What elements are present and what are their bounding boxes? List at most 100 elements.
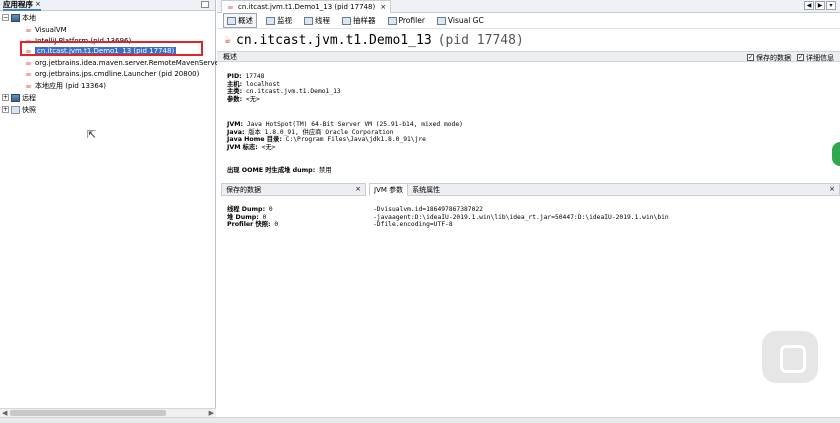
scrollbar-thumb[interactable] bbox=[10, 410, 166, 416]
sampler-icon bbox=[342, 16, 351, 25]
java-app-icon: ☕ bbox=[226, 1, 235, 11]
tree-node-launcher[interactable]: ☕ org.jetbrains.jps.cmdline.Launcher (pi… bbox=[24, 68, 199, 79]
info-row-jvm-flags: JVM 标志: <无> bbox=[227, 144, 463, 152]
expander-icon[interactable]: + bbox=[2, 94, 9, 101]
tree-node-label: 本地 bbox=[22, 13, 36, 22]
info-row-java: Java: 版本 1.8.0_91, 供应商 Oracle Corporatio… bbox=[227, 129, 463, 137]
tab-overview-label: 概述 bbox=[238, 16, 253, 25]
oome-info: 出现 OOME 时生成堆 dump: 禁用 bbox=[227, 167, 332, 175]
tree-node-label: 远程 bbox=[22, 93, 36, 102]
status-bar bbox=[0, 417, 840, 423]
details-checkbox[interactable]: ✓ 详细信息 bbox=[797, 53, 834, 63]
application-view: ☕ cn.itcast.jvm.t1.Demo1_13 (pid 17748) … bbox=[217, 0, 840, 423]
info-row-main-class: 主类: cn.itcast.jvm.t1.Demo1_13 bbox=[227, 88, 341, 96]
side-widget-icon[interactable] bbox=[832, 142, 840, 166]
scroll-left-icon[interactable]: ◀ bbox=[2, 409, 7, 417]
tree-node-label: org.jetbrains.idea.maven.server.RemoteMa… bbox=[35, 58, 220, 67]
saved-data-tab[interactable]: 保存的数据 bbox=[226, 185, 261, 195]
overview-icon bbox=[227, 16, 236, 25]
page-title-main: cn.itcast.jvm.t1.Demo1_13 bbox=[236, 32, 432, 48]
saved-label: 堆 Dump: bbox=[227, 213, 259, 221]
tab-jvm-args[interactable]: JVM 参数 bbox=[370, 183, 409, 196]
view-toolbar: 概述 监视 线程 抽样器 Profiler Visual GC bbox=[217, 13, 840, 29]
info-label: JVM 标志: bbox=[227, 143, 258, 151]
overview-section-bar: 概述 ✓ 保存的数据 ✓ 详细信息 bbox=[217, 51, 840, 62]
info-value: 版本 1.8.0_91, 供应商 Oracle Corporation bbox=[248, 128, 394, 136]
close-icon[interactable]: × bbox=[829, 185, 835, 193]
expander-icon[interactable]: − bbox=[2, 14, 9, 21]
info-value: 17748 bbox=[245, 73, 265, 80]
visualvm-window: 应用程序 × − 本地 ☕ VisualVM ☕ IntelliJ Platfo… bbox=[0, 0, 840, 423]
process-info: PID: 17748 主机: localhost 主类: cn.itcast.j… bbox=[227, 73, 341, 103]
tree-node-local-app[interactable]: ☕ 本地应用 (pid 13364) bbox=[24, 80, 106, 91]
info-label: 出现 OOME 时生成堆 dump: bbox=[227, 167, 316, 174]
info-label: Java Home 目录: bbox=[227, 136, 282, 143]
java-app-icon: ☕ bbox=[24, 24, 33, 34]
tab-visual-gc[interactable]: Visual GC bbox=[434, 15, 487, 26]
tab-prev-icon[interactable]: ◀ bbox=[804, 1, 814, 10]
detail-tabs: 保存的数据 × JVM 参数 系统属性 × bbox=[221, 183, 840, 196]
tab-system-properties[interactable]: 系统属性 bbox=[408, 184, 444, 196]
applications-tab-label: 应用程序 bbox=[3, 0, 33, 9]
section-label: 概述 bbox=[223, 52, 237, 61]
jvm-arg-row: -Dfile.encoding=UTF-8 bbox=[373, 221, 453, 228]
checkbox-checked-icon[interactable]: ✓ bbox=[747, 54, 754, 61]
tab-next-icon[interactable]: ▶ bbox=[815, 1, 825, 10]
computer-icon bbox=[11, 13, 20, 22]
info-label: Java: bbox=[227, 128, 245, 136]
close-icon[interactable]: × bbox=[355, 185, 361, 193]
tab-demo1-13[interactable]: ☕ cn.itcast.jvm.t1.Demo1_13 (pid 17748) … bbox=[221, 0, 392, 13]
tab-label: cn.itcast.jvm.t1.Demo1_13 (pid 17748) bbox=[238, 2, 376, 11]
saved-value: 0 bbox=[262, 213, 267, 221]
info-label: JVM: bbox=[227, 121, 244, 128]
scroll-right-icon[interactable]: ▶ bbox=[209, 409, 214, 417]
tab-profiler[interactable]: Profiler bbox=[385, 15, 428, 26]
tree-node-maven-server[interactable]: ☕ org.jetbrains.idea.maven.server.Remote… bbox=[24, 57, 219, 68]
remote-host-icon bbox=[11, 93, 20, 102]
tab-overview[interactable]: 概述 bbox=[223, 13, 257, 28]
applications-tab[interactable]: 应用程序 × bbox=[3, 0, 41, 11]
info-label: 主机: bbox=[227, 80, 243, 88]
saved-row-heap-dump: 堆 Dump: 0 bbox=[227, 214, 278, 222]
saved-data-checkbox[interactable]: ✓ 保存的数据 bbox=[747, 53, 791, 63]
tab-visual-gc-label: Visual GC bbox=[447, 16, 484, 25]
tree-node-label: 本地应用 (pid 13364) bbox=[35, 81, 107, 90]
info-value: cn.itcast.jvm.t1.Demo1_13 bbox=[245, 88, 341, 95]
applications-tab-close-icon[interactable]: × bbox=[35, 0, 41, 8]
jvm-args-panel-header: JVM 参数 系统属性 × bbox=[369, 183, 840, 196]
java-app-icon: ☕ bbox=[224, 33, 231, 46]
video-play-icon[interactable] bbox=[762, 331, 818, 383]
section-options: ✓ 保存的数据 ✓ 详细信息 bbox=[747, 52, 834, 63]
saved-value: 0 bbox=[274, 221, 279, 228]
horizontal-scrollbar[interactable]: ◀ ▶ bbox=[0, 408, 216, 417]
saved-row-thread-dump: 线程 Dump: 0 bbox=[227, 206, 278, 214]
tab-profiler-label: Profiler bbox=[398, 16, 425, 25]
tab-sampler[interactable]: 抽样器 bbox=[339, 14, 379, 27]
profiler-icon bbox=[387, 16, 397, 25]
info-label: 主类: bbox=[227, 88, 243, 95]
tab-threads[interactable]: 线程 bbox=[301, 14, 333, 27]
page-title-pid: (pid 17748) bbox=[437, 32, 524, 48]
jvm-info: JVM: Java HotSpot(TM) 64-Bit Server VM (… bbox=[227, 121, 463, 151]
applications-panel-header: 应用程序 × bbox=[0, 0, 215, 11]
tab-close-icon[interactable]: × bbox=[380, 3, 386, 11]
minimize-panel-icon[interactable] bbox=[201, 1, 209, 8]
tree-node-label: org.jetbrains.jps.cmdline.Launcher (pid … bbox=[35, 69, 200, 78]
tree-node-snapshot[interactable]: + 快照 bbox=[2, 104, 36, 115]
tree-node-visualvm[interactable]: ☕ VisualVM bbox=[24, 24, 67, 35]
java-app-icon: ☕ bbox=[24, 57, 33, 67]
threads-icon bbox=[304, 16, 313, 25]
info-label: 参数: bbox=[227, 95, 243, 103]
tab-navigation: ◀ ▶ ▾ bbox=[804, 1, 836, 10]
tree-node-label: 快照 bbox=[22, 105, 36, 114]
mouse-cursor-icon: ⇱ bbox=[87, 128, 97, 141]
applications-panel: 应用程序 × − 本地 ☕ VisualVM ☕ IntelliJ Platfo… bbox=[0, 0, 219, 423]
tab-monitor[interactable]: 监视 bbox=[263, 14, 295, 27]
tree-node-local[interactable]: − 本地 bbox=[2, 12, 36, 23]
saved-label: Profiler 快照: bbox=[227, 221, 271, 228]
tab-list-icon[interactable]: ▾ bbox=[826, 1, 836, 10]
expander-icon[interactable]: + bbox=[2, 106, 9, 113]
info-row-jvm: JVM: Java HotSpot(TM) 64-Bit Server VM (… bbox=[227, 121, 463, 129]
checkbox-checked-icon[interactable]: ✓ bbox=[797, 54, 804, 61]
tree-node-remote[interactable]: + 远程 bbox=[2, 92, 36, 103]
